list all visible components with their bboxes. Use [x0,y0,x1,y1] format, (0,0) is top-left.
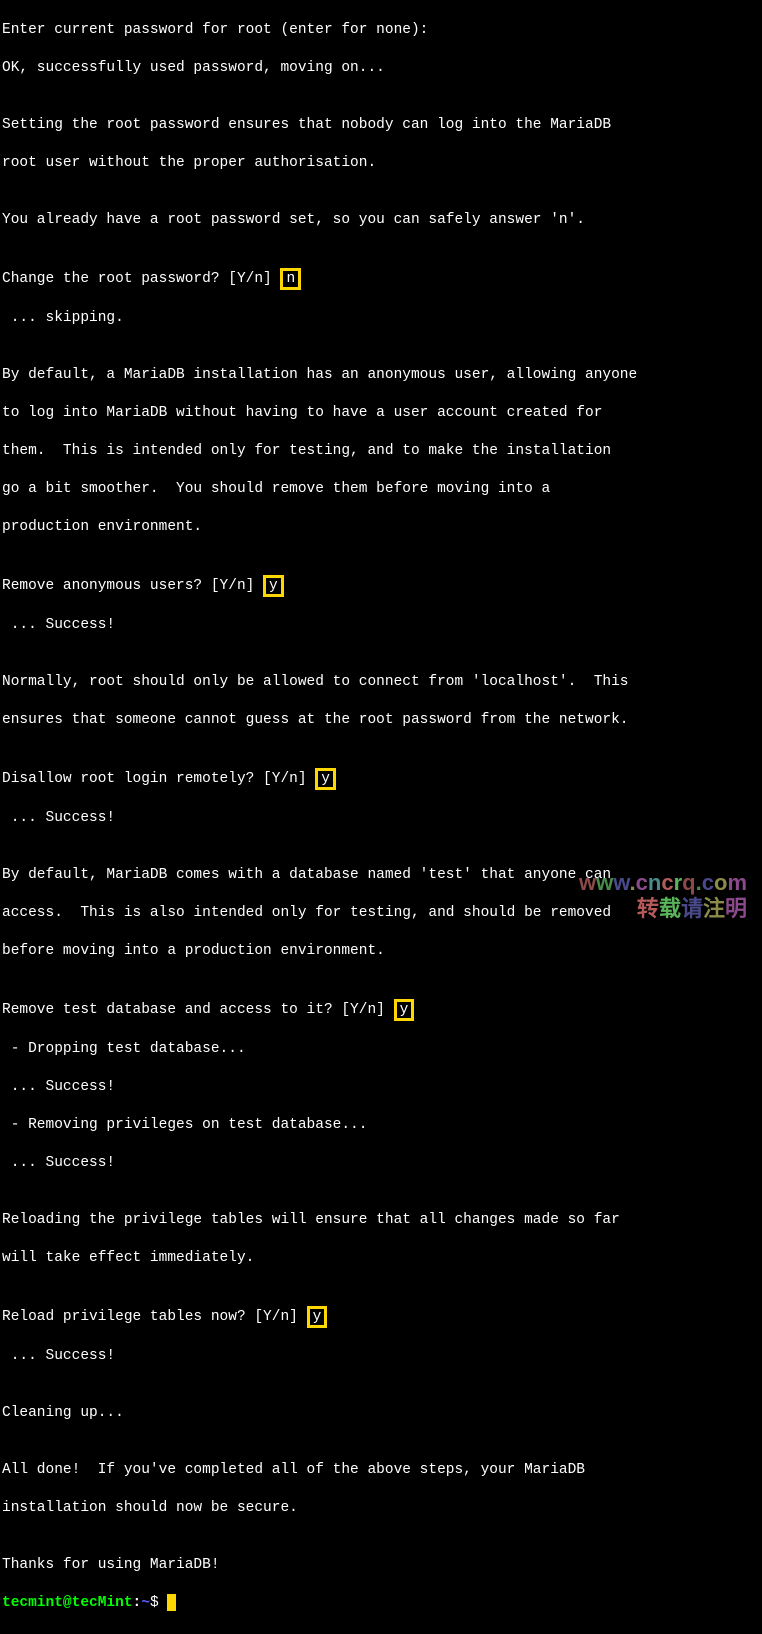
output-line: OK, successfully used password, moving o… [2,59,760,78]
output-line: to log into MariaDB without having to ha… [2,404,760,423]
output-line: Enter current password for root (enter f… [2,21,760,40]
output-line: ensures that someone cannot guess at the… [2,711,760,730]
output-line: All done! If you've completed all of the… [2,1461,760,1480]
output-line: ... Success! [2,1347,760,1366]
output-line: root user without the proper authorisati… [2,154,760,173]
shell-prompt-line[interactable]: tecmint@tecMint:~$ [2,1594,760,1613]
prompt-text: Disallow root login remotely? [Y/n] [2,771,315,787]
prompt-colon: : [133,1595,142,1611]
output-line: Thanks for using MariaDB! [2,1556,760,1575]
prompt-text: Reload privilege tables now? [Y/n] [2,1309,307,1325]
output-line: production environment. [2,518,760,537]
user-answer-highlight: y [315,768,336,790]
prompt-line: Remove anonymous users? [Y/n] y [2,575,760,597]
prompt-at: @ [63,1595,72,1611]
output-line: - Removing privileges on test database..… [2,1116,760,1135]
cursor-icon [167,1594,176,1611]
prompt-line: Change the root password? [Y/n] n [2,268,760,290]
output-line: By default, a MariaDB installation has a… [2,366,760,385]
prompt-line: Disallow root login remotely? [Y/n] y [2,768,760,790]
prompt-user: tecmint [2,1595,63,1611]
output-line: Normally, root should only be allowed to… [2,673,760,692]
user-answer-highlight: n [280,268,301,290]
prompt-line: Remove test database and access to it? [… [2,999,760,1021]
output-line: access. This is also intended only for t… [2,904,760,923]
output-line: ... Success! [2,1154,760,1173]
output-line: By default, MariaDB comes with a databas… [2,866,760,885]
output-line: ... Success! [2,809,760,828]
output-line: go a bit smoother. You should remove the… [2,480,760,499]
prompt-line: Reload privilege tables now? [Y/n] y [2,1306,760,1328]
user-answer-highlight: y [307,1306,328,1328]
output-line: installation should now be secure. [2,1499,760,1518]
prompt-dollar: $ [150,1595,167,1611]
output-line: Cleaning up... [2,1404,760,1423]
output-line: ... Success! [2,1078,760,1097]
output-line: ... Success! [2,616,760,635]
prompt-text: Change the root password? [Y/n] [2,271,280,287]
output-line: them. This is intended only for testing,… [2,442,760,461]
user-answer-highlight: y [263,575,284,597]
terminal-output[interactable]: Enter current password for root (enter f… [0,0,762,1634]
prompt-text: Remove anonymous users? [Y/n] [2,578,263,594]
output-line: Setting the root password ensures that n… [2,116,760,135]
output-line: ... skipping. [2,309,760,328]
user-answer-highlight: y [394,999,415,1021]
output-line: You already have a root password set, so… [2,211,760,230]
output-line: Reloading the privilege tables will ensu… [2,1211,760,1230]
output-line: will take effect immediately. [2,1249,760,1268]
prompt-path: ~ [141,1595,150,1611]
output-line: - Dropping test database... [2,1040,760,1059]
prompt-host: tecMint [72,1595,133,1611]
prompt-text: Remove test database and access to it? [… [2,1002,394,1018]
